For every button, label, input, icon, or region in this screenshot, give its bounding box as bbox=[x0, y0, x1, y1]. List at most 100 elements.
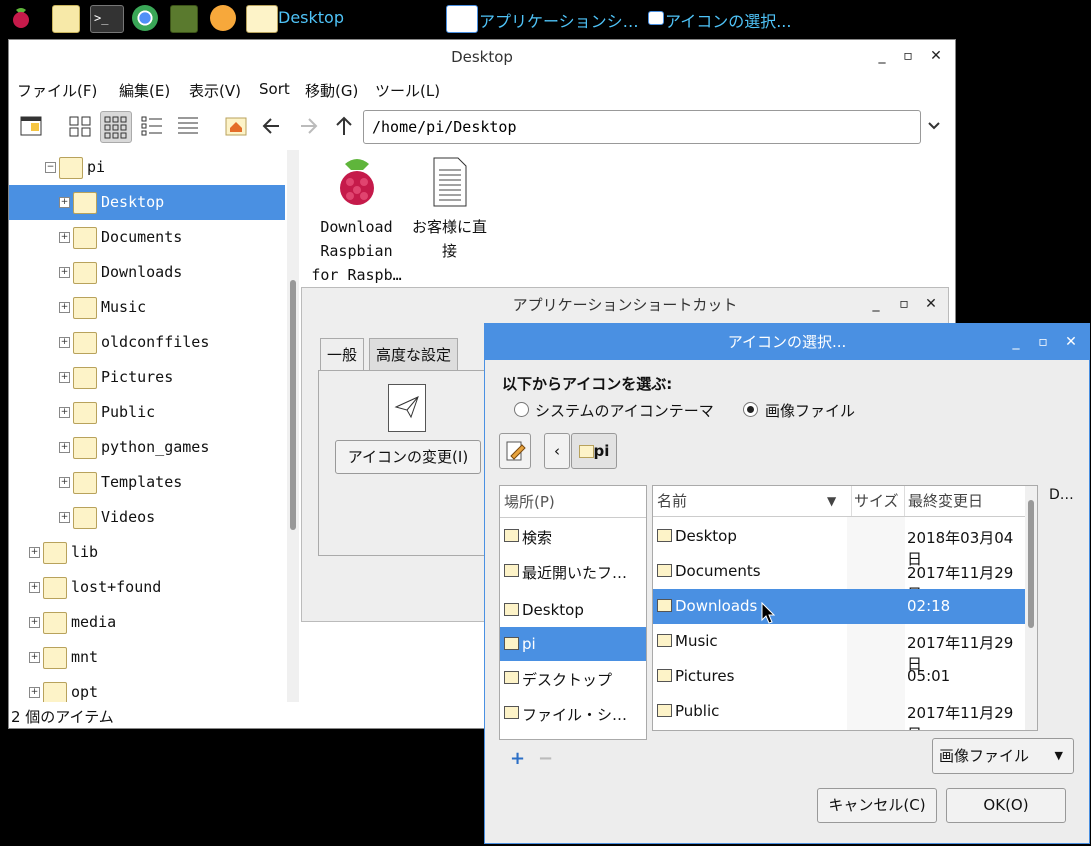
file-row[interactable]: Desktop 2018年03月04日 bbox=[653, 519, 1025, 568]
tree-item[interactable]: + opt bbox=[9, 675, 285, 702]
minimize-button[interactable]: _ bbox=[874, 48, 890, 64]
raspberry-menu-icon[interactable] bbox=[8, 5, 34, 31]
tree-item[interactable]: + media bbox=[9, 605, 285, 640]
expand-icon[interactable]: + bbox=[29, 652, 40, 663]
close-button[interactable]: ✕ bbox=[928, 48, 944, 64]
maximize-button[interactable]: ▫ bbox=[896, 296, 912, 312]
expand-icon[interactable]: + bbox=[59, 267, 70, 278]
menu-file[interactable]: ファイル(F) bbox=[17, 80, 97, 101]
file-row[interactable]: Downloads 02:18 bbox=[653, 589, 1025, 624]
terminal-icon[interactable]: >_ bbox=[90, 5, 124, 33]
tree-item[interactable]: + lost+found bbox=[9, 570, 285, 605]
place-item[interactable]: 最近開いたフ… bbox=[500, 554, 646, 588]
chevron-down-icon[interactable]: ▼ bbox=[827, 486, 836, 516]
place-item[interactable]: 検索 bbox=[500, 519, 646, 553]
path-input[interactable] bbox=[370, 117, 914, 137]
expand-icon[interactable]: + bbox=[59, 302, 70, 313]
menu-view[interactable]: 表示(V) bbox=[189, 80, 241, 101]
change-icon-button[interactable]: アイコンの変更(I) bbox=[335, 440, 481, 474]
expand-icon[interactable]: + bbox=[29, 582, 40, 593]
tree-item[interactable]: + mnt bbox=[9, 640, 285, 675]
file-list-scrollbar[interactable] bbox=[1025, 486, 1037, 730]
tree-item[interactable]: + Documents bbox=[9, 220, 285, 255]
tree-item[interactable]: + python_games bbox=[9, 430, 285, 465]
path-bar[interactable] bbox=[363, 110, 921, 144]
up-arrow-icon[interactable] bbox=[329, 111, 359, 141]
minimize-button[interactable]: _ bbox=[868, 296, 884, 312]
expand-icon[interactable]: + bbox=[29, 617, 40, 628]
list-view-icon[interactable] bbox=[173, 111, 203, 141]
maximize-button[interactable]: ▫ bbox=[1035, 334, 1051, 350]
edit-location-button[interactable] bbox=[499, 433, 531, 469]
place-item[interactable]: Desktop bbox=[500, 593, 646, 627]
cancel-button[interactable]: キャンセル(C) bbox=[817, 788, 937, 823]
back-crumb-button[interactable]: ‹ bbox=[544, 433, 570, 469]
close-button[interactable]: ✕ bbox=[1063, 334, 1079, 350]
tree-item[interactable]: + Pictures bbox=[9, 360, 285, 395]
collapse-icon[interactable]: − bbox=[45, 162, 56, 173]
remove-place-icon[interactable]: − bbox=[538, 748, 553, 769]
column-header-modified[interactable]: 最終変更日 bbox=[904, 486, 983, 516]
column-header-size[interactable]: サイズ bbox=[851, 486, 901, 516]
file-row[interactable]: Music 2017年11月29日 bbox=[653, 624, 1025, 673]
chromium-icon[interactable] bbox=[132, 5, 158, 31]
desktop-item[interactable]: お客様に直 接 bbox=[407, 156, 492, 263]
maximize-button[interactable]: ▫ bbox=[900, 48, 916, 64]
add-place-icon[interactable]: + bbox=[510, 748, 525, 769]
tree-item[interactable]: + Templates bbox=[9, 465, 285, 500]
expand-icon[interactable]: + bbox=[59, 372, 70, 383]
expand-icon[interactable]: + bbox=[59, 407, 70, 418]
chevron-down-icon[interactable] bbox=[923, 111, 945, 141]
compact-view-icon[interactable] bbox=[137, 111, 167, 141]
file-manager-icon[interactable] bbox=[52, 5, 80, 33]
expand-icon[interactable]: + bbox=[59, 197, 70, 208]
expand-icon[interactable]: + bbox=[59, 512, 70, 523]
taskbar-icon-chooser[interactable]: アイコンの選択... bbox=[665, 8, 791, 32]
menu-sort[interactable]: Sort bbox=[259, 80, 290, 98]
radio-image-file[interactable] bbox=[743, 402, 758, 417]
scratch-icon[interactable] bbox=[210, 5, 236, 31]
home-icon[interactable] bbox=[221, 111, 251, 141]
thumbnail-view-icon[interactable] bbox=[100, 111, 132, 143]
file-row[interactable]: Documents2017年11月29日 bbox=[653, 554, 1025, 603]
expand-icon[interactable]: + bbox=[29, 687, 40, 698]
expand-icon[interactable]: + bbox=[29, 547, 40, 558]
column-header-name[interactable]: 名前 bbox=[657, 486, 687, 516]
tree-item[interactable]: + Videos bbox=[9, 500, 285, 535]
expand-icon[interactable]: + bbox=[59, 477, 70, 488]
new-window-icon[interactable] bbox=[17, 111, 47, 141]
file-row[interactable]: Pictures 05:01 bbox=[653, 659, 1025, 694]
place-item[interactable]: pi bbox=[500, 627, 646, 661]
tree-item[interactable]: + Music bbox=[9, 290, 285, 325]
tab-general[interactable]: 一般 bbox=[320, 338, 365, 371]
crumb-pi-button[interactable]: pi bbox=[571, 433, 617, 469]
back-arrow-icon[interactable] bbox=[257, 111, 287, 141]
tree-item[interactable]: + Public bbox=[9, 395, 285, 430]
icon-view-icon[interactable] bbox=[65, 111, 95, 141]
file-row[interactable]: Public 2017年11月29日 bbox=[653, 694, 1025, 730]
expand-icon[interactable]: + bbox=[59, 442, 70, 453]
tree-item[interactable]: + lib bbox=[9, 535, 285, 570]
close-button[interactable]: ✕ bbox=[923, 296, 939, 312]
forward-arrow-icon[interactable] bbox=[293, 111, 323, 141]
taskbar-desktop[interactable]: Desktop bbox=[278, 8, 344, 27]
radio-system-theme[interactable] bbox=[514, 402, 529, 417]
minimize-button[interactable]: _ bbox=[1008, 334, 1024, 350]
ok-button[interactable]: OK(O) bbox=[946, 788, 1066, 823]
place-item[interactable]: ファイル・シ… bbox=[500, 696, 646, 730]
place-item[interactable]: デスクトップ bbox=[500, 661, 646, 695]
tree-item[interactable]: − pi bbox=[9, 150, 285, 185]
menu-tools[interactable]: ツール(L) bbox=[375, 80, 440, 101]
taskbar-app-shortcut[interactable]: アプリケーションシ… bbox=[479, 8, 639, 32]
minecraft-icon[interactable] bbox=[170, 5, 198, 33]
tree-scrollbar[interactable] bbox=[287, 150, 299, 702]
tab-advanced[interactable]: 高度な設定 bbox=[369, 338, 459, 371]
file-filter-select[interactable]: 画像ファイル ▼ bbox=[932, 738, 1074, 774]
desktop-item[interactable]: Download Raspbian for Raspb… bbox=[309, 156, 404, 287]
tree-item[interactable]: + oldconffiles bbox=[9, 325, 285, 360]
menu-edit[interactable]: 編集(E) bbox=[119, 80, 170, 101]
tree-item[interactable]: + Desktop bbox=[9, 185, 285, 220]
expand-icon[interactable]: + bbox=[59, 232, 70, 243]
menu-go[interactable]: 移動(G) bbox=[305, 80, 358, 101]
expand-icon[interactable]: + bbox=[59, 337, 70, 348]
